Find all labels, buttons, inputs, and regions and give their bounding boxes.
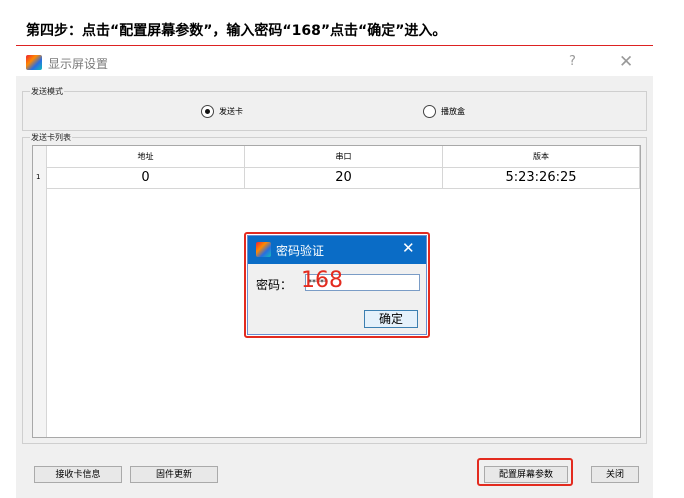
- row-header-column: [33, 146, 47, 437]
- password-annotation: 168: [301, 268, 343, 293]
- card-list-label: 发送卡列表: [30, 132, 72, 143]
- window-title: 显示屏设置: [48, 57, 109, 71]
- configure-button-highlight: [477, 458, 573, 486]
- column-header-serial[interactable]: 串口: [245, 146, 443, 168]
- column-header-address[interactable]: 地址: [47, 146, 245, 168]
- divider-line: [16, 45, 653, 46]
- row-index: 1: [36, 173, 41, 181]
- radio-play-box[interactable]: 播放盒: [423, 105, 465, 118]
- password-dialog-titlebar: 密码验证 ✕: [248, 236, 426, 264]
- send-mode-label: 发送模式: [30, 86, 64, 97]
- radio-checked-icon: [201, 105, 214, 118]
- close-button[interactable]: 关闭: [591, 466, 639, 483]
- cell-address[interactable]: 0: [47, 168, 245, 189]
- window-titlebar: 显示屏设置 ? ✕: [16, 50, 653, 76]
- app-logo-icon: [256, 242, 271, 257]
- window-close-button[interactable]: ✕: [619, 52, 633, 72]
- password-dialog: 密码验证 ✕ 密码： ***** 168 确定: [247, 235, 427, 335]
- cell-serial[interactable]: 20: [245, 168, 443, 189]
- ok-button[interactable]: 确定: [364, 310, 418, 328]
- column-header-version[interactable]: 版本: [443, 146, 640, 168]
- radio-unchecked-icon: [423, 105, 436, 118]
- radio-send-card-label: 发送卡: [219, 107, 243, 116]
- password-dialog-close-button[interactable]: ✕: [402, 239, 415, 257]
- receiver-card-info-button[interactable]: 接收卡信息: [34, 466, 122, 483]
- radio-send-card[interactable]: 发送卡: [201, 105, 243, 118]
- app-logo-icon: [26, 55, 42, 70]
- help-button[interactable]: ?: [569, 54, 576, 69]
- password-label: 密码：: [256, 278, 293, 292]
- step-instruction: 第四步：点击“配置屏幕参数”，输入密码“168”点击“确定”进入。: [26, 23, 447, 39]
- password-dialog-title: 密码验证: [276, 244, 325, 258]
- firmware-update-button[interactable]: 固件更新: [130, 466, 218, 483]
- cell-version[interactable]: 5:23:26:25: [443, 168, 640, 189]
- send-mode-group: [22, 91, 647, 131]
- radio-play-box-label: 播放盒: [441, 107, 465, 116]
